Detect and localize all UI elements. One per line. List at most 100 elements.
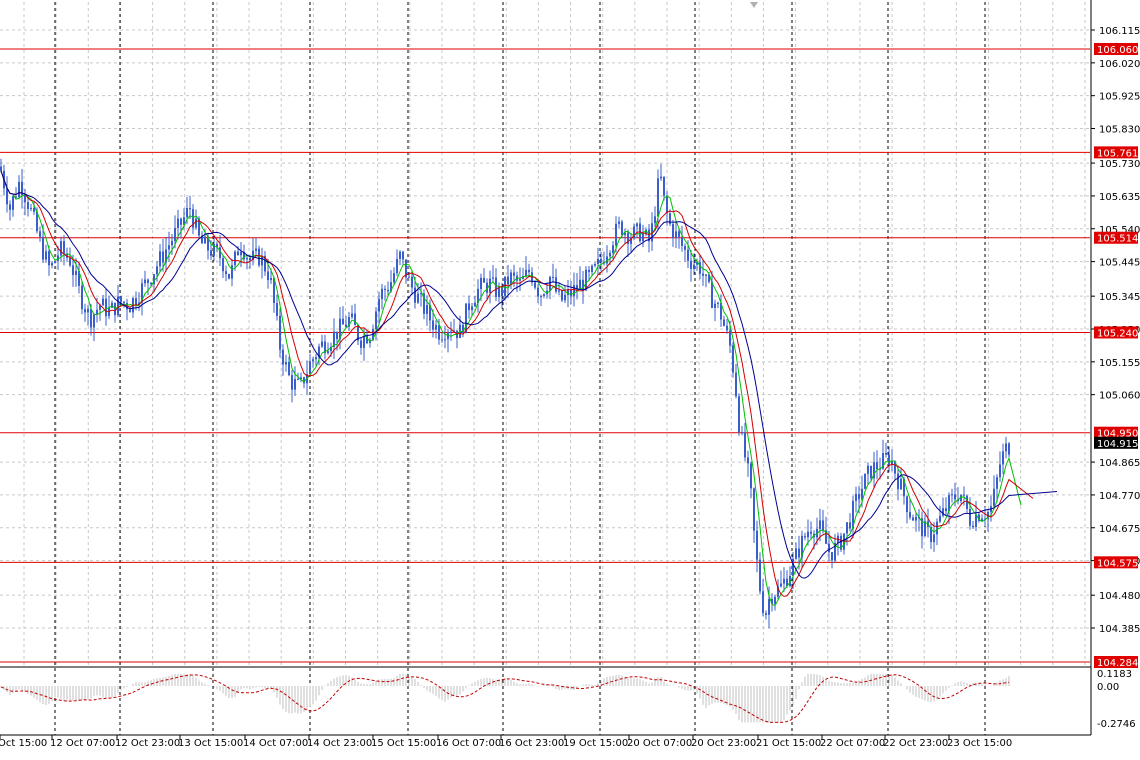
candle-body	[468, 303, 470, 311]
candle-body	[906, 496, 908, 513]
candle-body	[762, 591, 764, 614]
candle-body	[225, 271, 227, 275]
candle-body	[75, 270, 77, 275]
candle-body	[162, 251, 164, 263]
candle-body	[228, 274, 230, 279]
candle-body	[393, 273, 395, 283]
candle-body	[180, 218, 182, 225]
candle-body	[738, 396, 740, 433]
candle-body	[144, 279, 146, 284]
time-tick-label: 20 Oct 07:00	[627, 738, 692, 749]
candle-body	[84, 309, 86, 313]
price-tick-label: 104.770	[1099, 491, 1140, 502]
candle-body	[732, 345, 734, 373]
candle-body	[480, 277, 482, 289]
candle-body	[327, 351, 329, 354]
candle-body	[33, 207, 35, 212]
candle-body	[156, 266, 158, 275]
candle-body	[396, 258, 398, 274]
candle-body	[612, 245, 614, 253]
candle-body	[666, 195, 668, 214]
candle-body	[45, 251, 47, 260]
trading-chart-window: 106.115 106.020 105.925 105.830 105.730 105.6…	[0, 0, 1140, 756]
candle-body	[294, 379, 296, 390]
candle-body	[858, 494, 860, 500]
candle-body	[564, 295, 566, 301]
candle-body	[996, 477, 998, 489]
candle-body	[570, 289, 572, 297]
candle-body	[69, 257, 71, 266]
candle-body	[42, 236, 44, 260]
candle-body	[402, 251, 404, 260]
candle-body	[702, 273, 704, 276]
candle-body	[246, 257, 248, 260]
candle-body	[828, 543, 830, 553]
candle-body	[993, 488, 995, 507]
price-chart[interactable]: 106.115 106.020 105.925 105.830 105.730 105.6…	[0, 0, 1140, 756]
candle-body	[642, 233, 644, 242]
candle-body	[846, 522, 848, 534]
candle-body	[48, 251, 50, 266]
candle-body	[60, 241, 62, 256]
candle-body	[291, 375, 293, 390]
candle-body	[504, 276, 506, 297]
candle-body	[342, 318, 344, 325]
candle-body	[321, 341, 323, 347]
candle-body	[120, 296, 122, 302]
candle-body	[6, 188, 8, 205]
candle-body	[399, 251, 401, 259]
candle-body	[270, 278, 272, 281]
candle-body	[465, 303, 467, 334]
candle-body	[618, 221, 620, 224]
candle-body	[90, 308, 92, 328]
candle-body	[63, 241, 65, 254]
candle-body	[159, 251, 161, 267]
candle-body	[375, 311, 377, 330]
candle-body	[999, 464, 1001, 478]
candle-body	[780, 583, 782, 587]
price-tick-label: 105.445	[1099, 258, 1140, 269]
candle-body	[1005, 443, 1007, 452]
candle-body	[288, 361, 290, 376]
candle-body	[231, 265, 233, 279]
price-tick-label: 105.345	[1099, 292, 1140, 303]
candle-body	[513, 272, 515, 276]
candle-body	[261, 255, 263, 266]
candle-body	[885, 453, 887, 455]
candle-body	[765, 613, 767, 615]
time-tick-label: 23 Oct 15:00	[947, 738, 1012, 749]
candle-body	[795, 548, 797, 559]
candle-body	[693, 264, 695, 269]
candle-body	[297, 378, 299, 380]
candle-body	[705, 274, 707, 276]
candle-body	[672, 223, 674, 238]
candle-body	[471, 306, 473, 311]
candle-body	[663, 176, 665, 196]
candle-body	[117, 296, 119, 316]
candle-body	[51, 262, 53, 266]
price-tick-label: 104.675	[1099, 524, 1140, 535]
candle-body	[129, 309, 131, 313]
time-tick-label: 16 Oct 23:00	[499, 738, 564, 749]
candle-body	[24, 195, 26, 203]
candle-body	[354, 313, 356, 326]
candle-body	[591, 265, 593, 272]
candle-body	[933, 534, 935, 543]
current-price-label: 104.915	[1097, 439, 1138, 450]
candle-body	[39, 231, 41, 237]
candle-body	[756, 530, 758, 560]
candle-body	[690, 260, 692, 269]
level-price-label: 105.761	[1097, 148, 1138, 159]
price-tick-label: 106.020	[1099, 59, 1140, 70]
candle-body	[387, 289, 389, 292]
candle-body	[768, 599, 770, 615]
time-tick-label: 22 Oct 07:00	[820, 738, 885, 749]
candle-body	[438, 325, 440, 340]
candle-body	[237, 251, 239, 256]
candle-body	[27, 202, 29, 209]
candle-body	[519, 278, 521, 281]
candle-body	[249, 257, 251, 261]
candle-body	[723, 319, 725, 326]
candle-body	[735, 372, 737, 397]
price-tick-label: 106.115	[1099, 26, 1140, 37]
